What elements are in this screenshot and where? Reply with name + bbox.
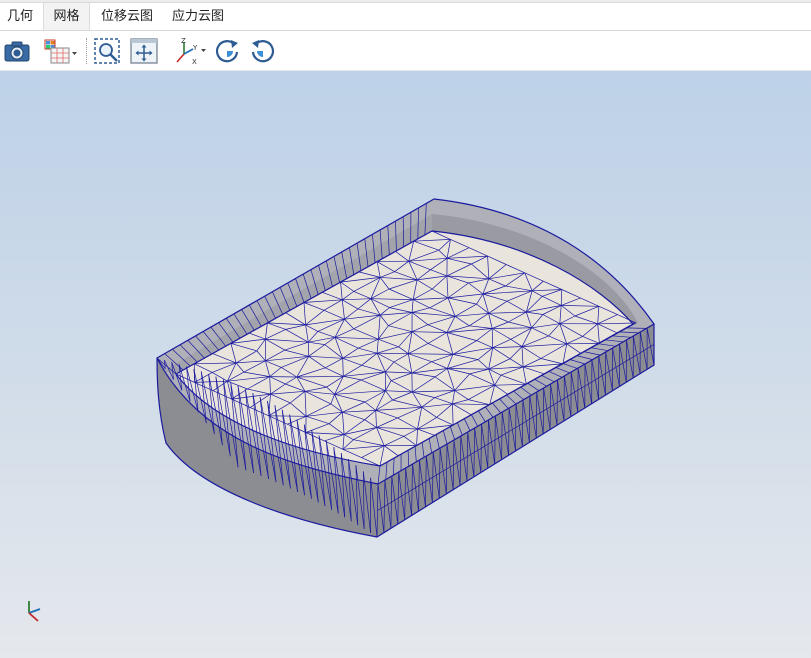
toolbar-separator xyxy=(86,38,88,64)
camera-icon xyxy=(4,41,30,62)
pan-arrows-icon xyxy=(130,38,158,64)
view-orientation-dropdown[interactable]: Z Y X xyxy=(172,36,208,66)
tab-displacement-contour[interactable]: 位移云图 xyxy=(94,3,160,30)
rotate-right-button[interactable] xyxy=(248,36,278,66)
axis-x-label: X xyxy=(192,58,197,66)
display-mode-dropdown[interactable] xyxy=(42,36,80,66)
tab-bar: 几何 网格 位移云图 应力云图 xyxy=(0,3,811,31)
screenshot-button[interactable] xyxy=(2,36,32,66)
mesh-model[interactable] xyxy=(0,71,811,658)
axis-triad-icon xyxy=(28,601,41,622)
zoom-window-icon xyxy=(94,38,120,64)
rotate-left-button[interactable] xyxy=(212,36,242,66)
fit-all-button[interactable] xyxy=(129,36,159,66)
3d-viewport[interactable] xyxy=(0,71,811,658)
zoom-window-button[interactable] xyxy=(92,36,122,66)
axis-z-label: Z xyxy=(181,37,186,45)
rotate-cw-icon xyxy=(251,40,275,63)
mesh-display-icon xyxy=(44,39,77,64)
toolbar: Z Y X xyxy=(0,31,811,71)
tab-stress-contour[interactable]: 应力云图 xyxy=(164,3,232,30)
axis-y-label: Y xyxy=(192,44,198,52)
tab-geometry[interactable]: 几何 xyxy=(0,3,40,30)
rotate-ccw-icon xyxy=(215,40,239,63)
axes-icon: Z Y X xyxy=(176,37,206,66)
tab-mesh[interactable]: 网格 xyxy=(43,3,90,30)
chevron-down-icon xyxy=(201,49,206,52)
chevron-down-icon xyxy=(72,52,77,55)
